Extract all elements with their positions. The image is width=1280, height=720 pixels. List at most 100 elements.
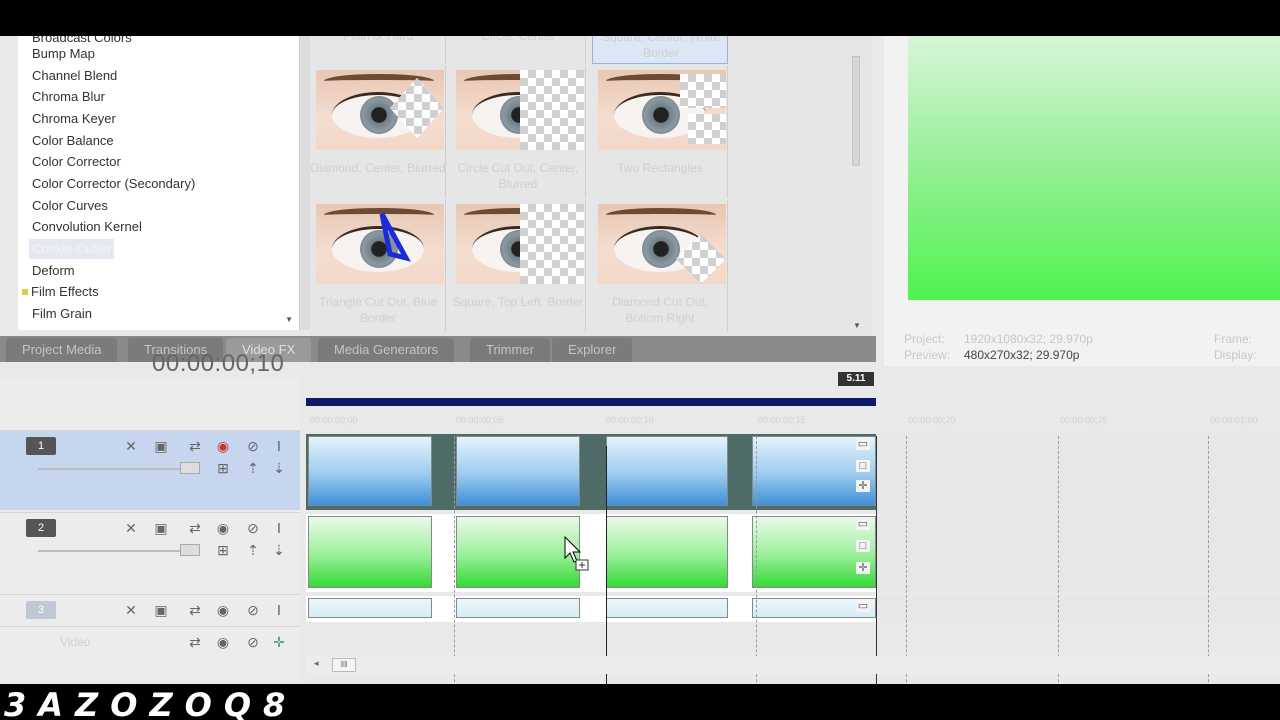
arm-icon[interactable]: ⇣: [270, 541, 288, 559]
tab-explorer[interactable]: Explorer: [552, 338, 633, 362]
video-event[interactable]: [606, 436, 728, 506]
event-pan-crop-icon[interactable]: ▣: [152, 601, 170, 619]
arm-icon[interactable]: ⇣: [270, 459, 288, 477]
motion-icon[interactable]: ✕: [122, 437, 140, 455]
mute-icon[interactable]: ⊘: [244, 601, 262, 619]
record-icon[interactable]: ◉: [214, 601, 232, 619]
video-fx-plugin-list[interactable]: Broadcast Colors Bump Map Channel Blend …: [18, 36, 300, 330]
preset-scrollbar[interactable]: ▼: [848, 36, 866, 336]
fx-item[interactable]: Convolution Kernel: [32, 217, 142, 237]
timeline-badge: 5.11: [838, 372, 874, 386]
record-icon[interactable]: ◉: [214, 519, 232, 537]
event-pan-crop-icon[interactable]: ▣: [152, 437, 170, 455]
preset-thumbnail[interactable]: Diamond, Center, Blurred: [310, 66, 446, 198]
track-lane-1[interactable]: ▭ □ ✛: [306, 434, 1280, 510]
track-number: 2: [26, 519, 56, 537]
fx-item[interactable]: Color Corrector (Secondary): [32, 174, 195, 194]
composite-mode-icon[interactable]: ⇄: [186, 519, 204, 537]
scroll-down-icon[interactable]: ▼: [853, 321, 861, 330]
preset-image: [456, 70, 584, 150]
add-icon[interactable]: ✛: [856, 480, 870, 492]
video-event[interactable]: [606, 516, 728, 588]
fx-item-selected[interactable]: Cookie Cutter: [29, 239, 115, 259]
video-event[interactable]: [308, 436, 432, 506]
fx-item[interactable]: Chroma Keyer: [32, 109, 116, 129]
event-pan-crop-icon[interactable]: ▭: [856, 600, 870, 612]
fx-item[interactable]: Deform: [32, 261, 75, 281]
playhead-cursor[interactable]: [606, 446, 607, 684]
track-lane-3[interactable]: ▭: [306, 596, 1280, 622]
preset-thumbnail[interactable]: Plain or Hard: [310, 36, 446, 64]
video-bus-header[interactable]: Video ⇄ ◉ ⊘ ✛: [0, 626, 300, 656]
composite-mode-icon[interactable]: ⇄: [186, 633, 204, 651]
add-icon[interactable]: ✛: [856, 562, 870, 574]
level-slider-knob[interactable]: [180, 544, 200, 556]
event-pan-crop-icon[interactable]: ▭: [856, 438, 870, 450]
mute-icon[interactable]: ⊘: [244, 633, 262, 651]
fx-item-label: Color Curves: [32, 198, 108, 213]
event-pan-crop-icon[interactable]: ▭: [856, 518, 870, 530]
solo-icon[interactable]: Ⅰ: [270, 519, 288, 537]
preset-thumbnail[interactable]: Circle Cut Out, Center, Blurred: [450, 66, 586, 198]
video-event[interactable]: [308, 598, 432, 618]
route-icon[interactable]: ✛: [270, 633, 288, 651]
preset-thumbnail[interactable]: Triangle Cut Out, Blue Border: [310, 200, 446, 332]
preset-thumbnail[interactable]: Circle, Center: [450, 36, 586, 64]
fx-item[interactable]: Film Grain: [32, 304, 92, 324]
video-event[interactable]: [606, 598, 728, 618]
preset-caption: Two Rectangles: [617, 161, 703, 175]
timeline-horizontal-scrollbar[interactable]: ◂ ‖‖: [306, 656, 1280, 674]
track-lane-2[interactable]: ▭ □ ✛: [306, 514, 1280, 592]
level-slider-knob[interactable]: [180, 462, 200, 474]
video-event[interactable]: [456, 598, 580, 618]
mute-icon[interactable]: ⊘: [244, 519, 262, 537]
scroll-thumb[interactable]: ‖‖: [332, 658, 356, 672]
mute-icon[interactable]: ⊘: [244, 437, 262, 455]
timecode-display[interactable]: 00:00:00;10: [152, 350, 284, 378]
tab-project-media[interactable]: Project Media: [6, 338, 118, 362]
solo-icon[interactable]: Ⅰ: [270, 601, 288, 619]
fx-item[interactable]: Chroma Blur: [32, 87, 105, 107]
event-pan-crop-icon[interactable]: ▣: [152, 519, 170, 537]
panel-splitter[interactable]: [300, 36, 310, 330]
video-event[interactable]: [308, 516, 432, 588]
track-header-1[interactable]: 1 ✕ ▣ ⇄ ◉ ⊘ Ⅰ ⊞ ⇡ ⇣: [0, 430, 300, 510]
composite-mode-icon[interactable]: ⇄: [186, 601, 204, 619]
automation-icon[interactable]: ⇡: [244, 459, 262, 477]
fx-item[interactable]: Color Balance: [32, 131, 114, 151]
fx-item[interactable]: Color Corrector: [32, 152, 121, 172]
tab-trimmer[interactable]: Trimmer: [470, 338, 550, 362]
preset-thumbnail[interactable]: Two Rectangles: [592, 66, 728, 198]
motion-icon[interactable]: ✕: [122, 601, 140, 619]
fx-item[interactable]: Color Curves: [32, 196, 108, 216]
video-event[interactable]: [456, 436, 580, 506]
video-event[interactable]: [456, 516, 580, 588]
scrollbar-thumb[interactable]: [852, 56, 860, 166]
tab-media-generators[interactable]: Media Generators: [318, 338, 455, 362]
loop-region-bar[interactable]: [306, 398, 876, 406]
fx-item[interactable]: Film Effects: [22, 282, 99, 302]
preset-thumbnail[interactable]: Square, Top Left, Border: [450, 200, 586, 332]
scroll-left-icon[interactable]: ◂: [314, 658, 319, 669]
preset-thumbnail-selected[interactable]: Square, Center, White Border: [592, 36, 728, 64]
event-fx-icon[interactable]: □: [856, 460, 870, 472]
fx-item[interactable]: Bump Map: [32, 44, 95, 64]
ruler-label: 00:00:00;00: [310, 415, 358, 425]
timeline-ruler[interactable]: 00:00:00;00 00:00:00;05 00:00:00;10 00:0…: [306, 406, 1280, 434]
preset-thumbnail[interactable]: Diamond Cut Out, Bottom Right: [592, 200, 728, 332]
track-fx-icon[interactable]: ⊞: [214, 541, 232, 559]
fx-item[interactable]: Channel Blend: [32, 66, 117, 86]
event-fx-icon[interactable]: □: [856, 540, 870, 552]
track-fx-icon[interactable]: ⊞: [214, 459, 232, 477]
record-icon[interactable]: ◉: [214, 437, 232, 455]
preview-value: 480x270x32; 29.970p: [964, 348, 1080, 362]
composite-mode-icon[interactable]: ⇄: [186, 437, 204, 455]
watermark-text: 3AZOZOQ8: [4, 686, 298, 720]
track-header-3[interactable]: 3 ✕ ▣ ⇄ ◉ ⊘ Ⅰ: [0, 594, 300, 624]
motion-icon[interactable]: ✕: [122, 519, 140, 537]
scroll-down-icon[interactable]: ▼: [285, 315, 293, 324]
bus-fx-icon[interactable]: ◉: [214, 633, 232, 651]
track-header-2[interactable]: 2 ✕ ▣ ⇄ ◉ ⊘ Ⅰ ⊞ ⇡ ⇣: [0, 512, 300, 592]
automation-icon[interactable]: ⇡: [244, 541, 262, 559]
solo-icon[interactable]: Ⅰ: [270, 437, 288, 455]
